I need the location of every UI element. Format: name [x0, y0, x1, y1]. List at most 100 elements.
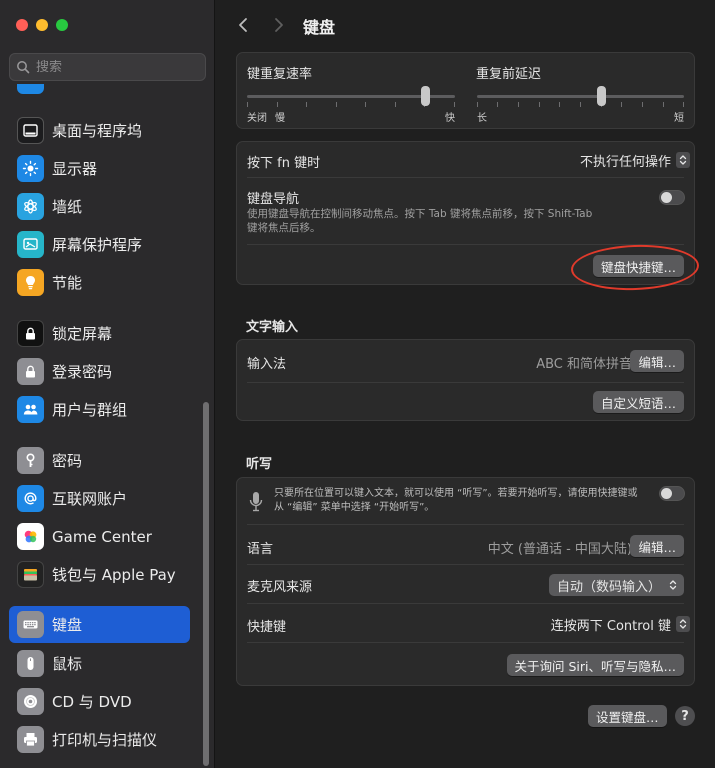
flower-icon	[17, 193, 44, 220]
chevron-updown-icon	[676, 152, 690, 168]
microphone-icon	[249, 492, 263, 512]
close-window-icon[interactable]	[16, 19, 28, 31]
search-input[interactable]	[36, 59, 196, 75]
sidebar-item-login-password[interactable]: 登录密码	[9, 353, 190, 390]
mouse-icon	[17, 650, 44, 677]
dictation-description-2: 从 “编辑” 菜单中选择 “开始听写”。	[274, 502, 435, 513]
sidebar-item-printers[interactable]: 打印机与扫描仪	[9, 721, 190, 758]
key-repeat-group: 键重复速率 重复前延迟 关闭 慢 快 长 短	[236, 52, 695, 129]
sidebar: 桌面与程序坞 显示器 墙纸 屏幕保护程序 节能 锁定屏幕	[0, 0, 215, 768]
main-content: 键盘 键重复速率 重复前延迟 关闭 慢 快 长 短 按下 fn 键时 不执行任何…	[216, 0, 715, 768]
minimize-window-icon[interactable]	[36, 19, 48, 31]
keyboard-navigation-label: 键盘导航	[247, 192, 300, 207]
dictation-section-title: 听写	[246, 457, 273, 472]
sidebar-item-label: 显示器	[52, 160, 98, 178]
chevron-left-icon	[239, 18, 247, 32]
key-icon	[17, 447, 44, 474]
siri-dictation-privacy-button[interactable]: 关于询问 Siri、听写与隐私…	[506, 654, 684, 676]
microphone-source-popup[interactable]: 自动（数码输入）	[548, 574, 684, 596]
dock-icon	[17, 117, 44, 144]
forward-button[interactable]	[268, 14, 290, 36]
lightbulb-icon	[17, 269, 44, 296]
search-field[interactable]	[9, 53, 206, 81]
sidebar-scrollbar[interactable]	[203, 402, 209, 766]
sidebar-item-label: 登录密码	[52, 363, 113, 381]
at-icon	[17, 485, 44, 512]
chevron-updown-icon	[676, 616, 690, 632]
repeat-rate-slow-label: 慢	[275, 113, 285, 124]
disc-icon	[17, 688, 44, 715]
dictation-toggle[interactable]	[659, 486, 685, 501]
slider-track	[477, 95, 684, 98]
repeat-rate-thumb[interactable]	[421, 86, 430, 106]
repeat-delay-label: 重复前延迟	[476, 67, 542, 82]
sidebar-item-label: 节能	[52, 274, 83, 292]
language-edit-button[interactable]: 编辑…	[630, 535, 684, 557]
setup-keyboard-button[interactable]: 设置键盘…	[588, 705, 667, 727]
text-input-section-title: 文字输入	[246, 320, 299, 335]
sidebar-item-label: 键盘	[52, 616, 83, 634]
sidebar-item-displays[interactable]: 显示器	[9, 150, 190, 187]
users-icon	[17, 396, 44, 423]
sidebar-item-label: 钱包与 Apple Pay	[52, 566, 176, 584]
sidebar-item-internet-accounts[interactable]: 互联网账户	[9, 480, 190, 517]
sidebar-item-lock-screen[interactable]: 锁定屏幕	[9, 315, 190, 352]
sidebar-item-users-groups[interactable]: 用户与群组	[9, 391, 190, 428]
chevron-updown-icon	[666, 577, 680, 593]
repeat-delay-thumb[interactable]	[597, 86, 606, 106]
input-method-value: ABC 和简体拼音	[536, 357, 632, 372]
repeat-delay-min-label: 长	[477, 113, 487, 124]
page-title: 键盘	[303, 18, 336, 37]
help-button[interactable]: ?	[675, 706, 695, 726]
fn-key-popup[interactable]: 不执行任何操作	[580, 149, 690, 171]
text-replacements-button[interactable]: 自定义短语…	[592, 391, 684, 413]
sidebar-item-label: 桌面与程序坞	[52, 122, 143, 140]
microphone-source-value: 自动（数码输入）	[556, 579, 661, 595]
sidebar-item-label: 打印机与扫描仪	[52, 731, 158, 749]
fn-key-value: 不执行任何操作	[579, 154, 671, 170]
repeat-rate-max-label: 快	[445, 113, 455, 124]
search-icon	[17, 61, 30, 74]
fn-key-label: 按下 fn 键时	[247, 156, 321, 171]
dictation-shortcut-label: 快捷键	[247, 620, 287, 635]
sidebar-item-game-center[interactable]: Game Center	[9, 518, 190, 555]
partial-sidebar-icon	[17, 84, 44, 94]
sidebar-item-label: 屏幕保护程序	[52, 236, 143, 254]
sidebar-item-label: 锁定屏幕	[52, 325, 113, 343]
sidebar-item-wallpaper[interactable]: 墙纸	[9, 188, 190, 225]
sidebar-item-label: Game Center	[52, 527, 152, 546]
repeat-rate-slider[interactable]	[247, 85, 455, 109]
repeat-rate-min-label: 关闭	[247, 113, 267, 124]
keyboard-navigation-toggle[interactable]	[659, 190, 685, 205]
sidebar-item-keyboard[interactable]: 键盘	[9, 606, 190, 643]
lock-icon	[17, 320, 44, 347]
sidebar-item-cd-dvd[interactable]: CD 与 DVD	[9, 683, 190, 720]
keyboard-icon	[17, 611, 44, 638]
dictation-shortcut-popup[interactable]: 连按两下 Control 键	[551, 613, 690, 635]
sidebar-item-label: 密码	[52, 452, 83, 470]
sidebar-item-label: CD 与 DVD	[52, 693, 132, 711]
sidebar-item-desktop-dock[interactable]: 桌面与程序坞	[9, 112, 190, 149]
window-controls	[16, 19, 68, 31]
dictation-group: 只要所在位置可以键入文本，就可以使用 “听写”。若要开始听写，请使用快捷键或 从…	[236, 477, 695, 686]
repeat-delay-slider[interactable]	[477, 85, 684, 109]
input-method-edit-button[interactable]: 编辑…	[630, 350, 684, 372]
input-method-label: 输入法	[247, 357, 287, 372]
sidebar-item-energy[interactable]: 节能	[9, 264, 190, 301]
sun-icon	[17, 155, 44, 182]
dictation-shortcut-value: 连按两下 Control 键	[550, 618, 671, 634]
sidebar-item-wallet[interactable]: 钱包与 Apple Pay	[9, 556, 190, 593]
sidebar-item-mouse[interactable]: 鼠标	[9, 645, 190, 682]
language-label: 语言	[247, 542, 274, 557]
wallet-icon	[17, 561, 44, 588]
sidebar-item-screensaver[interactable]: 屏幕保护程序	[9, 226, 190, 263]
sidebar-item-label: 鼠标	[52, 655, 83, 673]
zoom-window-icon[interactable]	[56, 19, 68, 31]
sidebar-item-passwords[interactable]: 密码	[9, 442, 190, 479]
sidebar-item-label: 互联网账户	[52, 490, 128, 508]
repeat-delay-max-label: 短	[674, 113, 684, 124]
back-button[interactable]	[232, 14, 254, 36]
microphone-source-label: 麦克风来源	[247, 580, 313, 595]
keyboard-shortcuts-button[interactable]: 键盘快捷键…	[592, 255, 684, 277]
text-input-group: 输入法 ABC 和简体拼音 编辑… 自定义短语…	[236, 339, 695, 421]
